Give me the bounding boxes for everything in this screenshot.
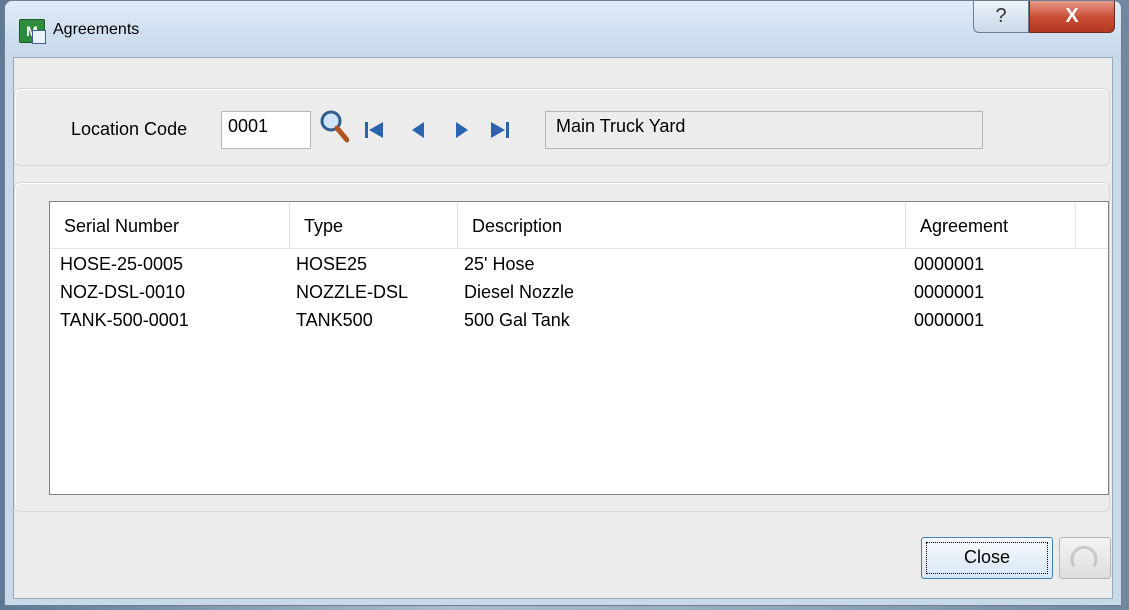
app-icon: M [19,19,46,44]
table-cell[interactable]: 0000001 [914,254,984,275]
column-header-serial-number[interactable]: Serial Number [50,202,290,248]
table-cell[interactable]: 25' Hose [464,254,534,275]
location-name-display: Main Truck Yard [545,111,983,149]
agreements-window: M Agreements ? X Location Code 0001 [4,0,1122,606]
table-cell[interactable]: HOSE-25-0005 [60,254,183,275]
table-cell[interactable]: 500 Gal Tank [464,310,570,331]
previous-record-icon[interactable] [409,119,427,141]
agreements-list[interactable]: Serial Number Type Description Agreement… [49,201,1109,495]
table-cell[interactable]: HOSE25 [296,254,367,275]
help-button[interactable]: ? [973,1,1029,33]
table-cell[interactable]: TANK500 [296,310,373,331]
table-cell[interactable]: NOZ-DSL-0010 [60,282,185,303]
location-group: Location Code 0001 Main Truck Yard [14,88,1110,166]
table-cell[interactable]: 0000001 [914,282,984,303]
table-cell[interactable]: Diesel Nozzle [464,282,574,303]
close-button[interactable]: Close [921,537,1053,579]
magnifier-lookup-icon[interactable] [319,109,349,143]
location-code-label: Location Code [71,119,188,139]
column-header-type[interactable]: Type [290,202,458,248]
processing-indicator-button[interactable] [1059,537,1111,579]
window-close-button[interactable]: X [1029,1,1115,33]
next-record-icon[interactable] [453,119,471,141]
window-title: Agreements [53,21,140,38]
column-header-description[interactable]: Description [458,202,906,248]
last-record-icon[interactable] [489,119,511,141]
table-cell[interactable]: 0000001 [914,310,984,331]
header-divider [50,248,1108,249]
table-cell[interactable]: TANK-500-0001 [60,310,189,331]
column-header-agreement[interactable]: Agreement [906,202,1076,248]
table-cell[interactable]: NOZZLE-DSL [296,282,408,303]
focus-rectangle [926,542,1048,574]
first-record-icon[interactable] [363,119,385,141]
location-code-input[interactable]: 0001 [221,111,311,149]
title-bar[interactable]: M Agreements ? X [5,1,1121,57]
spinner-icon [1070,545,1098,567]
